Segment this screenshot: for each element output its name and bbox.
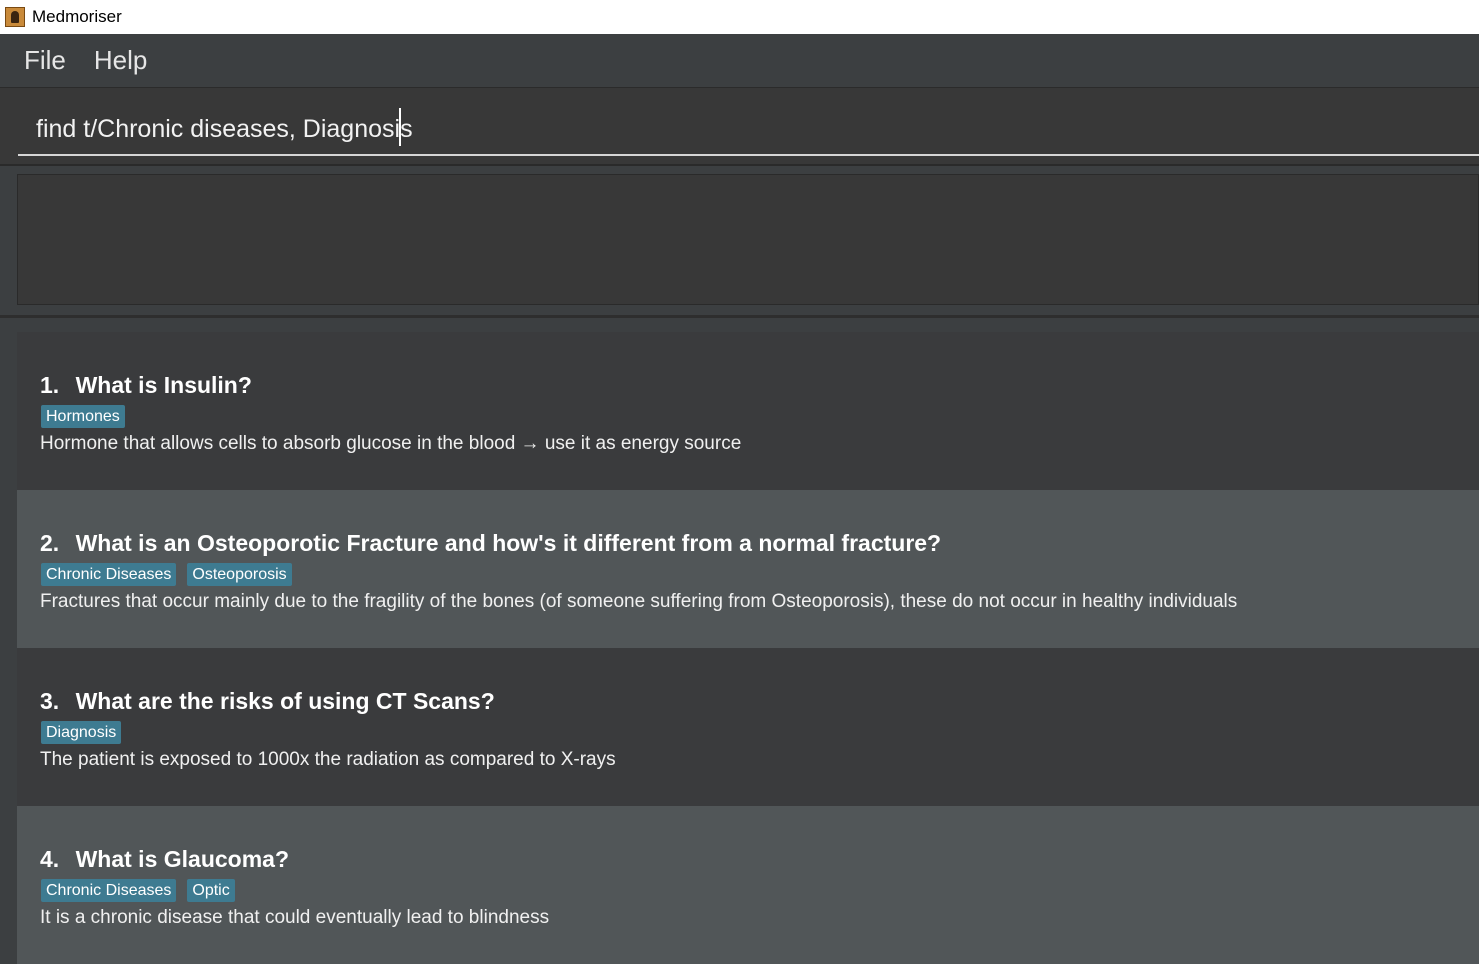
question-title: 4. What is Glaucoma? bbox=[40, 846, 289, 873]
question-title: 1. What is Insulin? bbox=[40, 372, 252, 399]
question-card[interactable]: 2. What is an Osteoporotic Fracture and … bbox=[17, 490, 1479, 648]
answer-text: The patient is exposed to 1000x the radi… bbox=[40, 749, 616, 770]
question-title: 3. What are the risks of using CT Scans? bbox=[40, 688, 495, 715]
answer-text: Hormone that allows cells to absorb gluc… bbox=[40, 433, 742, 454]
command-input[interactable] bbox=[18, 104, 1479, 156]
question-number: 4. bbox=[40, 846, 60, 872]
answer-text: Fractures that occur mainly due to the f… bbox=[40, 591, 1238, 612]
text-caret bbox=[399, 108, 401, 146]
question-card[interactable]: 3. What are the risks of using CT Scans?… bbox=[17, 648, 1479, 806]
question-text: What is Insulin? bbox=[75, 372, 252, 398]
question-title: 2. What is an Osteoporotic Fracture and … bbox=[40, 530, 941, 557]
menu-help[interactable]: Help bbox=[94, 45, 147, 76]
menu-bar: File Help bbox=[0, 34, 1479, 88]
result-display-area bbox=[0, 166, 1479, 318]
result-display[interactable] bbox=[17, 174, 1479, 305]
tag: Chronic Diseases bbox=[41, 563, 177, 586]
tag-list: Hormones bbox=[41, 405, 125, 428]
question-card[interactable]: 1. What is Insulin? Hormones Hormone tha… bbox=[17, 332, 1479, 490]
question-number: 1. bbox=[40, 372, 60, 398]
tag: Optic bbox=[187, 879, 235, 902]
menu-file[interactable]: File bbox=[24, 45, 66, 76]
question-text: What is Glaucoma? bbox=[75, 846, 290, 872]
title-bar: Medmoriser bbox=[0, 0, 1479, 34]
question-card[interactable]: 4. What is Glaucoma? Chronic Diseases Op… bbox=[17, 806, 1479, 964]
command-box bbox=[0, 88, 1479, 166]
tag: Chronic Diseases bbox=[41, 879, 177, 902]
window-title: Medmoriser bbox=[32, 7, 122, 26]
question-number: 2. bbox=[40, 530, 60, 556]
question-text: What is an Osteoporotic Fracture and how… bbox=[75, 530, 942, 556]
tag-list: Diagnosis bbox=[41, 721, 122, 744]
question-list[interactable]: 1. What is Insulin? Hormones Hormone tha… bbox=[0, 318, 1479, 964]
tag: Diagnosis bbox=[41, 721, 122, 744]
answer-text: It is a chronic disease that could event… bbox=[40, 907, 550, 928]
question-number: 3. bbox=[40, 688, 60, 714]
tag-list: Chronic Diseases Osteoporosis bbox=[41, 563, 292, 586]
tag: Osteoporosis bbox=[187, 563, 292, 586]
question-text: What are the risks of using CT Scans? bbox=[75, 688, 495, 714]
app-icon bbox=[5, 7, 25, 27]
tag-list: Chronic Diseases Optic bbox=[41, 879, 235, 902]
tag: Hormones bbox=[41, 405, 125, 428]
